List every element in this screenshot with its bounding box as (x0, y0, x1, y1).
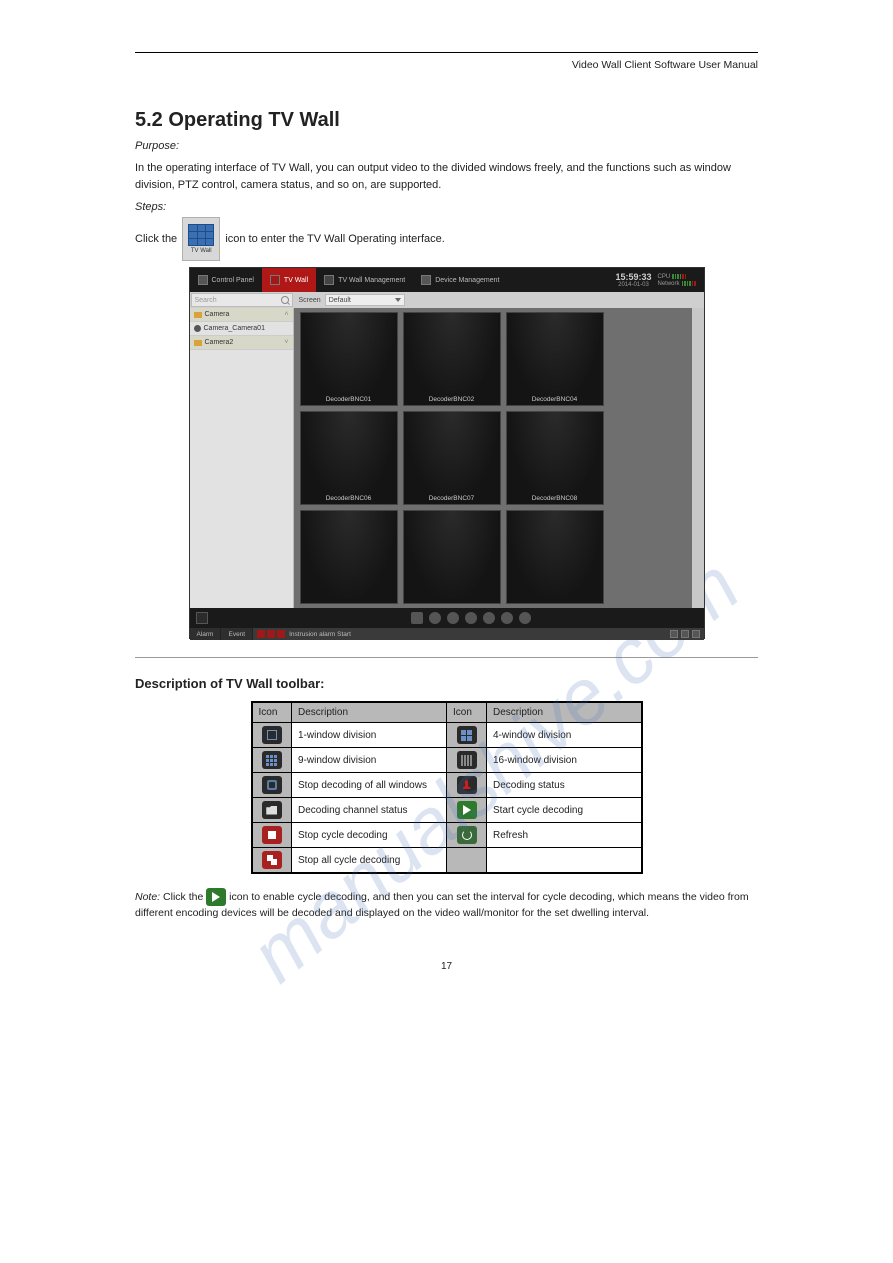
status-right-icons (670, 630, 704, 638)
stop-all-cycle-icon (262, 851, 282, 869)
header-title: Video Wall Client Software User Manual (135, 59, 758, 71)
folder-icon (194, 340, 202, 346)
toolbar-bell-icon[interactable] (429, 612, 441, 624)
decoder-tile[interactable] (506, 510, 604, 604)
folder-icon (194, 312, 202, 318)
decoder-tile[interactable]: DecoderBNC01 (300, 312, 398, 406)
purpose-label: Purpose: (135, 140, 758, 152)
camera-sidebar: Camera˄ Camera_Camera01 Camera2˅ (190, 308, 294, 608)
tv-wall-icon: TV Wall (182, 217, 220, 261)
table-row: 9-window division 16-window division (252, 748, 642, 773)
status-bar: Alarm Event Instrusion alarm Start (190, 628, 704, 640)
video-viewport: DecoderBNC01 DecoderBNC02 DecoderBNC04 D… (294, 308, 704, 608)
sidebar-folder-camera2[interactable]: Camera2˅ (190, 336, 293, 350)
screen-select[interactable]: Default (325, 294, 405, 306)
toolbar-refresh-icon[interactable] (501, 612, 513, 624)
table-row: Decoding channel status Start cycle deco… (252, 798, 642, 823)
chevron-down-icon (395, 298, 401, 302)
sidebar-folder-camera[interactable]: Camera˄ (190, 308, 293, 322)
table-row: Stop all cycle decoding (252, 848, 642, 874)
decoder-tile[interactable]: DecoderBNC07 (403, 411, 501, 505)
1-window-icon (262, 726, 282, 744)
steps-label: Steps: (135, 201, 758, 213)
screen-label: Screen (299, 297, 321, 304)
decoder-tile[interactable]: DecoderBNC06 (300, 411, 398, 505)
camera-icon (194, 325, 201, 332)
tab-control-panel[interactable]: Control Panel (190, 268, 262, 292)
tab-tv-wall[interactable]: TV Wall (262, 268, 316, 292)
tab-device-management[interactable]: Device Management (413, 268, 507, 292)
app-titlebar: Control Panel TV Wall TV Wall Management… (190, 268, 704, 292)
status-message: Instrusion alarm Start (289, 631, 351, 638)
layout-icon[interactable] (196, 612, 208, 624)
alarm-icon (267, 630, 275, 638)
note-1: Note: Click the icon to enable cycle dec… (135, 888, 758, 921)
sidebar-item-camera01[interactable]: Camera_Camera01 (190, 322, 293, 336)
screen-selector-bar: Search Screen Default (190, 292, 704, 308)
table-row: Stop cycle decoding Refresh (252, 823, 642, 848)
step-1: Click the TV Wall icon to enter the TV W… (135, 217, 758, 261)
table-row: 1-window division 4-window division (252, 723, 642, 748)
refresh-icon (457, 826, 477, 844)
decoding-status-icon (457, 776, 477, 794)
clock: 15:59:33 2014-01-03 (615, 273, 651, 288)
alarm-icon (257, 630, 265, 638)
stop-all-decoding-icon (262, 776, 282, 794)
status-tab-alarm[interactable]: Alarm (190, 628, 222, 640)
toolbar-stopall-icon[interactable] (519, 612, 531, 624)
system-meters: CPU Network (657, 274, 695, 287)
decoder-tile[interactable]: DecoderBNC08 (506, 411, 604, 505)
tab-tv-wall-management[interactable]: TV Wall Management (316, 268, 413, 292)
tv-wall-screenshot: Control Panel TV Wall TV Wall Management… (189, 267, 705, 639)
decoder-tile[interactable]: DecoderBNC02 (403, 312, 501, 406)
decoder-tile[interactable]: DecoderBNC04 (506, 312, 604, 406)
9-window-icon (262, 751, 282, 769)
start-cycle-icon (457, 801, 477, 819)
bottom-toolbar (190, 608, 704, 628)
header-rule (135, 52, 758, 53)
toolbar-stop2-icon[interactable] (483, 612, 495, 624)
search-input[interactable]: Search (191, 293, 293, 307)
16-window-icon (457, 751, 477, 769)
titlebar-right: 15:59:33 2014-01-03 CPU Network (615, 273, 703, 288)
toolbar-play-icon[interactable] (465, 612, 477, 624)
decoder-tile[interactable] (300, 510, 398, 604)
stop-cycle-icon (262, 826, 282, 844)
page-number: 17 (135, 961, 758, 972)
channel-status-icon (262, 801, 282, 819)
decoder-tile[interactable] (403, 510, 501, 604)
alarm-icon (277, 630, 285, 638)
section-heading: 5.2 Operating TV Wall (135, 109, 758, 132)
toolbar-description-table: IconDescription IconDescription 1-window… (251, 701, 643, 874)
toolbar-stop-icon[interactable] (411, 612, 423, 624)
divider (135, 657, 758, 658)
status-tab-event[interactable]: Event (221, 628, 253, 640)
toolbar-folder-icon[interactable] (447, 612, 459, 624)
toolbar-description-heading: Description of TV Wall toolbar: (135, 676, 758, 691)
section-body: In the operating interface of TV Wall, y… (135, 160, 758, 193)
scrollbar[interactable] (692, 308, 704, 608)
search-icon (281, 296, 289, 304)
table-row: Stop decoding of all windows Decoding st… (252, 773, 642, 798)
play-icon-inline (206, 888, 226, 906)
4-window-icon (457, 726, 477, 744)
